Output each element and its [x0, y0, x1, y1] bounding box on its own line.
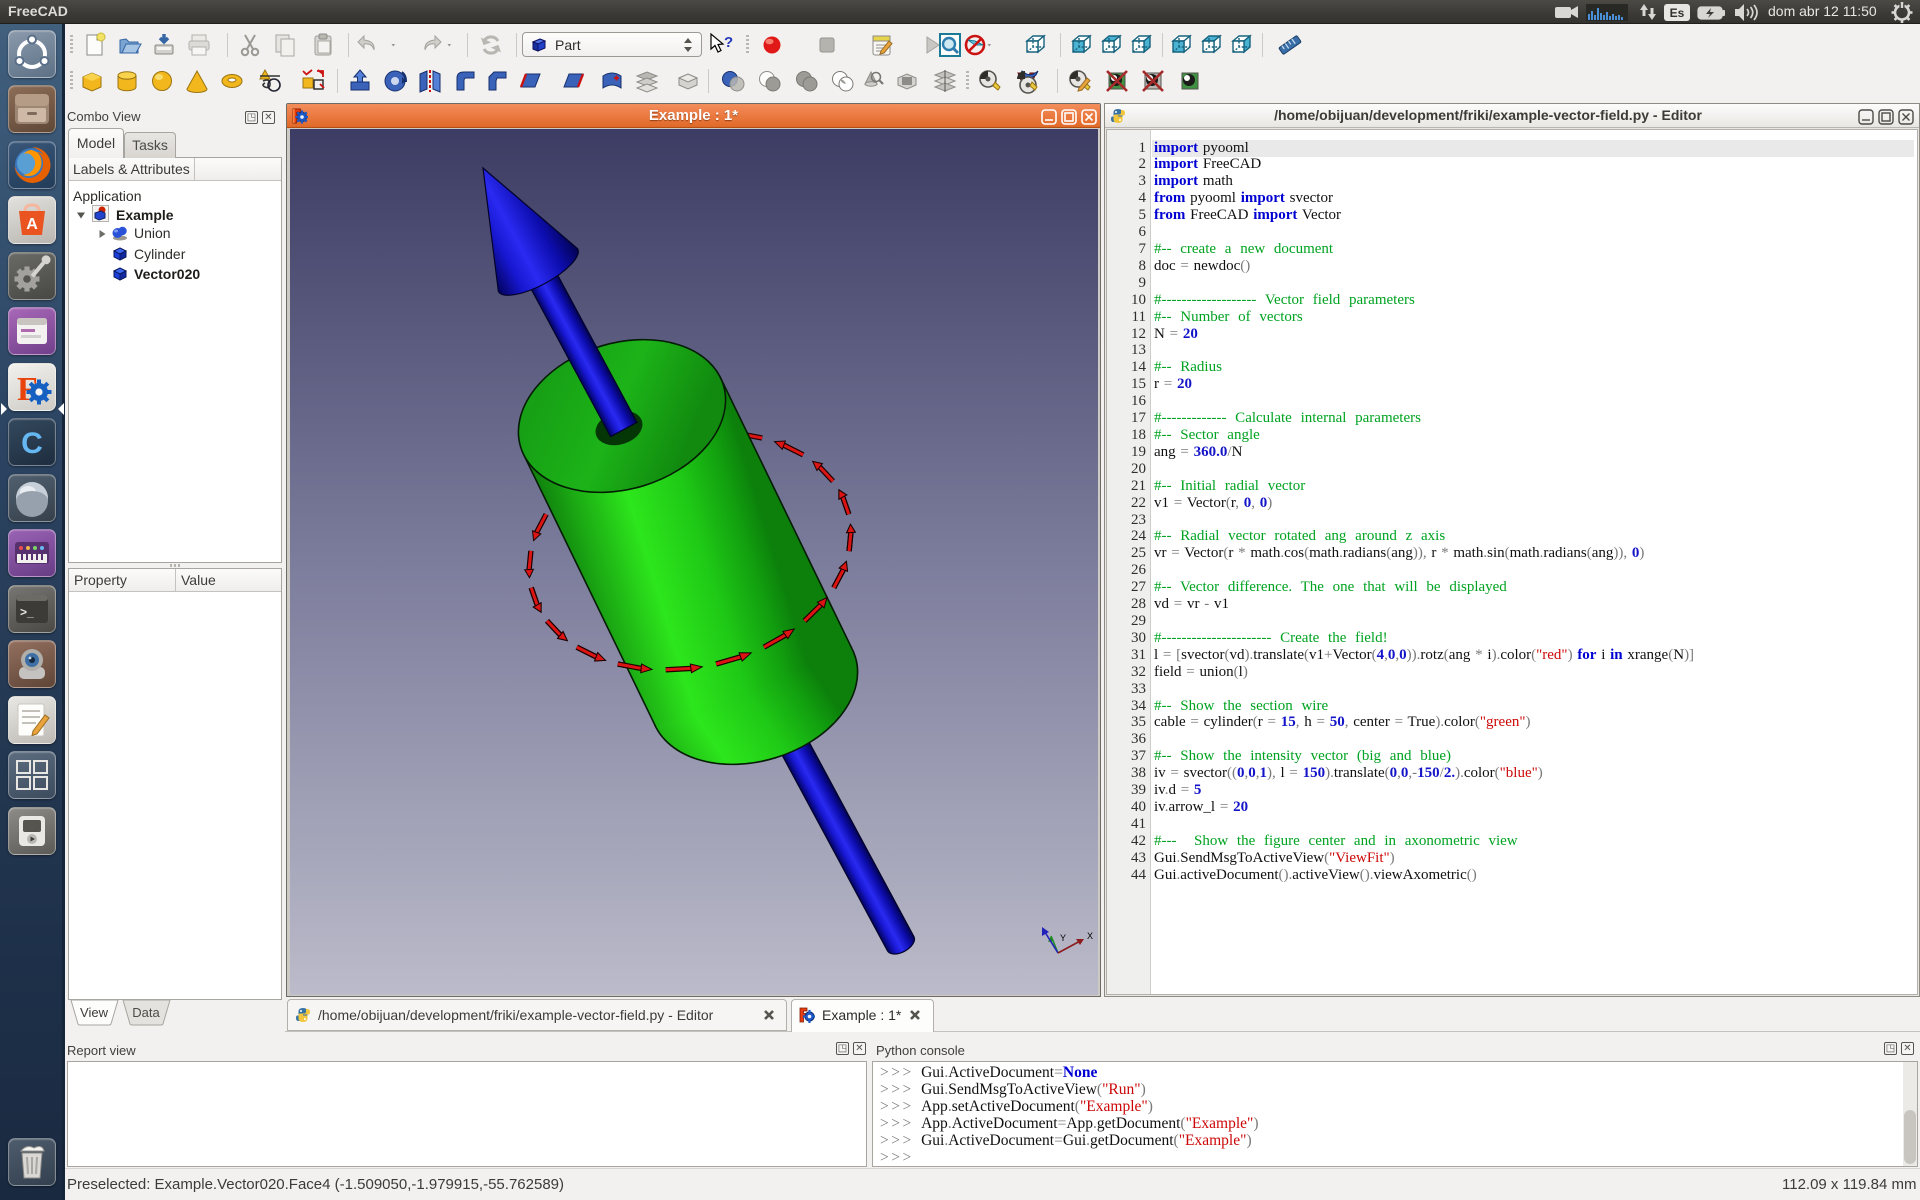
svg-text:X: X	[1087, 931, 1093, 941]
svg-text:Data: Data	[132, 1005, 160, 1020]
svg-text:Es: Es	[1670, 6, 1685, 20]
svg-text:?: ?	[724, 34, 733, 51]
svg-text:Y: Y	[1060, 933, 1066, 943]
svg-text:View: View	[80, 1005, 109, 1020]
